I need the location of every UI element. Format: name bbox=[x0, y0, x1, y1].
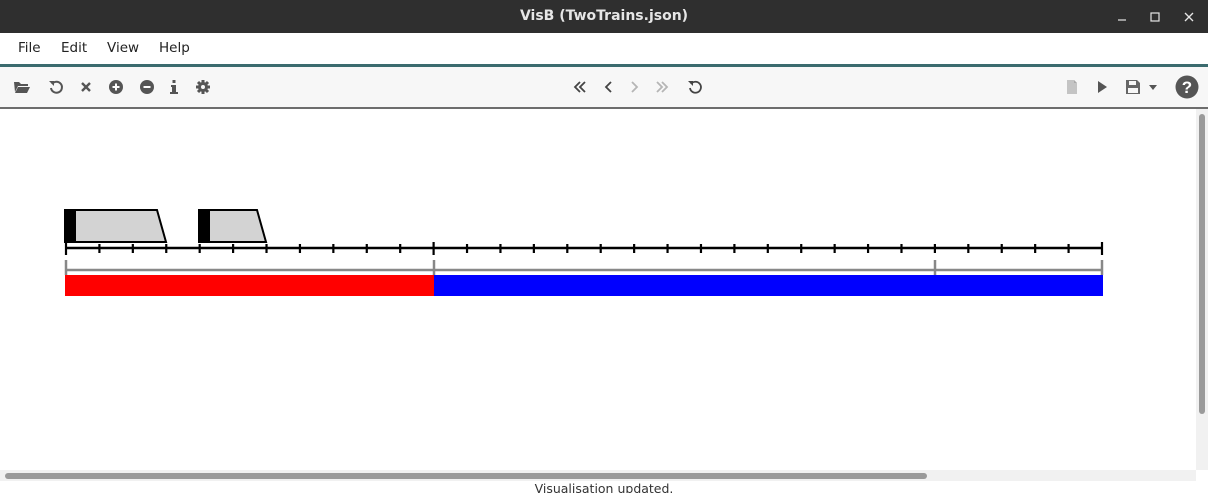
close-window-icon bbox=[1184, 12, 1194, 21]
menubar: File Edit View Help bbox=[0, 33, 1208, 64]
horizontal-scroll-thumb[interactable] bbox=[5, 473, 927, 479]
close-icon bbox=[81, 82, 91, 92]
maximize-icon bbox=[1150, 11, 1160, 22]
dropdown-icon bbox=[1149, 85, 1157, 90]
svg-text:?: ? bbox=[1182, 78, 1192, 97]
close-window-button[interactable] bbox=[1173, 0, 1205, 33]
reload-icon bbox=[49, 80, 63, 94]
save-icon bbox=[1126, 80, 1140, 94]
info-icon bbox=[170, 80, 178, 94]
zoom-in-button[interactable] bbox=[105, 67, 127, 107]
maximize-button[interactable] bbox=[1139, 0, 1171, 33]
open-folder-icon bbox=[14, 82, 30, 93]
toolbar: ? bbox=[0, 67, 1208, 109]
help-icon: ? bbox=[1175, 75, 1199, 99]
back-button[interactable] bbox=[598, 67, 620, 107]
document-button[interactable] bbox=[1062, 67, 1082, 107]
info-button[interactable] bbox=[164, 67, 184, 107]
track-section-free[interactable] bbox=[434, 275, 1103, 296]
menu-help[interactable]: Help bbox=[159, 33, 190, 64]
minimize-button[interactable] bbox=[1106, 0, 1138, 33]
window-title: VisB (TwoTrains.json) bbox=[519, 8, 689, 24]
minimize-icon bbox=[1118, 18, 1126, 21]
zoom-in-icon bbox=[109, 80, 123, 94]
horizontal-scrollbar[interactable] bbox=[0, 470, 1196, 481]
track-sections bbox=[64, 260, 1104, 275]
track-section-occupied[interactable] bbox=[65, 275, 434, 296]
reset-button[interactable] bbox=[684, 67, 706, 107]
menu-view[interactable]: View bbox=[107, 33, 139, 64]
run-icon bbox=[1098, 81, 1107, 93]
menu-file[interactable]: File bbox=[18, 33, 41, 64]
train-visualisation bbox=[64, 209, 1104, 296]
save-menu-dropdown[interactable] bbox=[1145, 67, 1161, 107]
vertical-scroll-thumb[interactable] bbox=[1199, 114, 1205, 414]
forward-button[interactable] bbox=[623, 67, 645, 107]
status-text: Visualisation updated. bbox=[534, 481, 674, 493]
run-button[interactable] bbox=[1092, 67, 1112, 107]
back-icon bbox=[604, 81, 612, 93]
track-ruler bbox=[64, 242, 1104, 255]
status-bar: Visualisation updated. bbox=[0, 481, 1208, 493]
window-titlebar: VisB (TwoTrains.json) bbox=[0, 0, 1208, 33]
fast-backward-button[interactable] bbox=[569, 67, 591, 107]
forward-icon bbox=[631, 81, 639, 93]
reload-button[interactable] bbox=[45, 67, 67, 107]
zoom-out-icon bbox=[140, 80, 154, 94]
settings-button[interactable] bbox=[192, 67, 214, 107]
train-1[interactable] bbox=[64, 209, 168, 243]
menu-edit[interactable]: Edit bbox=[61, 33, 87, 64]
train-2[interactable] bbox=[198, 209, 268, 243]
zoom-out-button[interactable] bbox=[136, 67, 158, 107]
fast-forward-icon bbox=[656, 81, 669, 93]
visualisation-canvas bbox=[0, 109, 1196, 470]
fast-backward-icon bbox=[573, 81, 586, 93]
fast-forward-button[interactable] bbox=[651, 67, 673, 107]
save-button[interactable] bbox=[1122, 67, 1144, 107]
settings-gear-icon bbox=[196, 80, 210, 94]
reset-icon bbox=[688, 80, 702, 94]
vertical-scrollbar[interactable] bbox=[1196, 109, 1208, 470]
close-file-button[interactable] bbox=[75, 67, 97, 107]
document-icon bbox=[1067, 80, 1077, 94]
help-button[interactable]: ? bbox=[1174, 67, 1200, 107]
open-file-button[interactable] bbox=[11, 67, 33, 107]
